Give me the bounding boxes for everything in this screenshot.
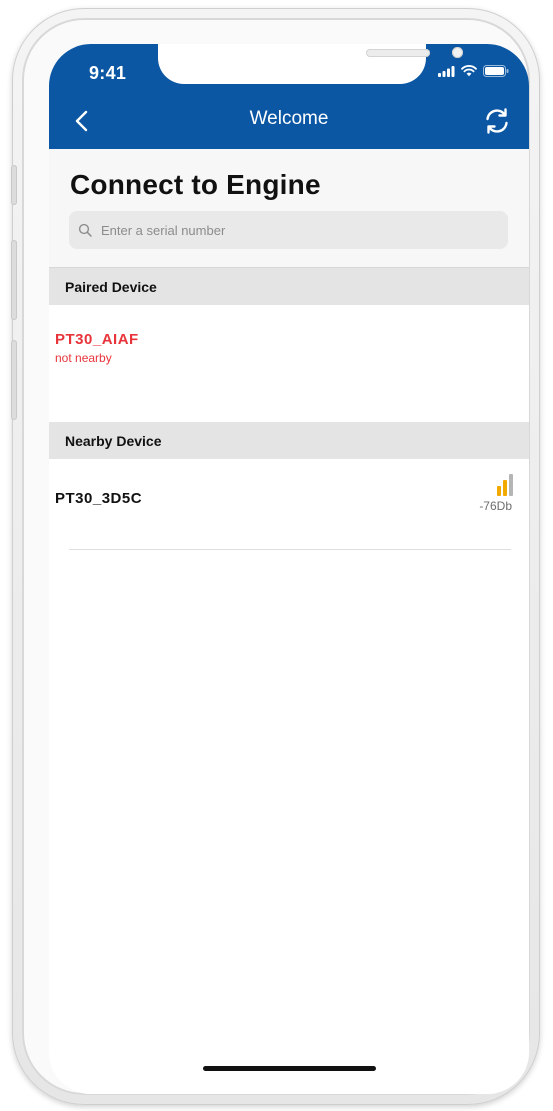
volume-up-button [11,240,17,320]
search-input[interactable] [99,221,493,239]
search-icon [78,223,92,237]
refresh-button[interactable] [481,106,513,136]
signal-value: -76Db [479,499,512,513]
device-status: not nearby [55,351,112,365]
list-item[interactable]: PT30_3D5C -76Db [49,459,529,549]
signal-strength-icon [497,474,513,496]
row-divider [69,549,511,550]
section-title: Nearby Device [65,432,162,449]
section-title: Paired Device [65,278,157,295]
nav-bar: 9:41 Welcome [49,44,529,149]
paired-device-row[interactable]: PT30_AIAF not nearby [49,305,529,422]
status-time: 9:41 [89,63,127,83]
nearby-device-list: PT30_3D5C -76Db [49,459,529,1094]
page-title: Connect to Engine [70,169,321,200]
speaker-grille [366,49,430,57]
nav-title: Welcome [249,108,329,129]
signal-bar [509,474,513,496]
wifi-icon [461,65,477,77]
section-header-nearby: Nearby Device [49,422,529,459]
signal-bar [497,486,501,496]
device-name: PT30_3D5C [55,490,143,507]
home-indicator[interactable] [203,1066,376,1071]
side-button [11,165,17,205]
front-camera [452,47,463,58]
phone-screen: 9:41 Welcome Connect to Engine Enter a s… [49,44,529,1094]
battery-icon [483,65,509,77]
refresh-icon [486,108,508,134]
volume-down-button [11,340,17,420]
content-area: Connect to Engine Paired Device PT30_AIA… [49,149,529,1094]
canvas: 9:41 Welcome Connect to Engine Enter a s… [0,0,553,1111]
section-header-paired: Paired Device [49,268,529,305]
cellular-signal-icon [438,65,455,77]
device-name: PT30_AIAF [55,331,139,348]
signal-bar [503,480,507,496]
status-icons [438,65,509,77]
search-bar[interactable] [69,211,508,249]
notch [158,44,463,84]
